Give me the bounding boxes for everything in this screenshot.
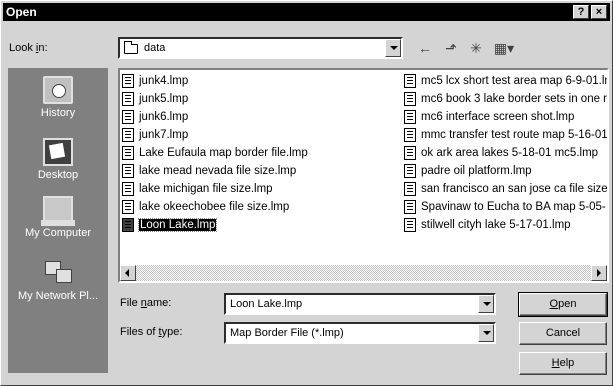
file-name: Lake Eufaula map border file.lmp xyxy=(139,147,308,159)
views-menu-icon[interactable]: ▦▾ xyxy=(490,39,518,57)
file-name-field[interactable]: Loon Lake.lmp xyxy=(224,293,496,315)
file-name: Loon Lake.lmp xyxy=(137,218,218,232)
file-column-2: mc5 lcx short test area map 6-9-01.lm mc… xyxy=(402,72,609,234)
file-icon xyxy=(404,200,416,214)
file-name: ok ark area lakes 5-18-01 mc5.lmp xyxy=(421,147,599,159)
file-name: junk4.lmp xyxy=(139,75,189,87)
file-name: lake michigan file size.lmp xyxy=(139,183,273,195)
file-list[interactable]: junk4.lmp junk5.lmp junk6.lmp junk7.lmp … xyxy=(118,68,609,283)
place-history[interactable]: History xyxy=(8,76,108,119)
new-folder-icon[interactable]: ✳ xyxy=(466,39,486,57)
file-type-value: Map Border File (*.lmp) xyxy=(230,327,344,339)
file-column-1: junk4.lmp junk5.lmp junk6.lmp junk7.lmp … xyxy=(120,72,402,234)
back-icon[interactable]: ← xyxy=(415,39,435,57)
file-item-selected[interactable]: Loon Lake.lmp xyxy=(120,216,402,234)
file-icon xyxy=(122,146,134,160)
file-item[interactable]: stilwell cityh lake 5-17-01.lmp xyxy=(402,216,607,234)
file-icon xyxy=(404,146,416,160)
file-icon xyxy=(122,200,134,214)
file-icon xyxy=(122,164,134,178)
place-label: My Computer xyxy=(24,227,92,239)
folder-icon xyxy=(124,41,138,54)
file-item[interactable]: lake mead nevada file size.lmp xyxy=(120,162,402,180)
file-name: lake mead nevada file size.lmp xyxy=(139,165,297,177)
file-icon xyxy=(404,182,416,196)
file-item[interactable]: mc6 interface screen shot.lmp xyxy=(402,108,607,126)
look-in-value: data xyxy=(144,42,166,54)
file-name: mc6 interface screen shot.lmp xyxy=(421,111,575,123)
up-folder-icon[interactable]: ⬏ xyxy=(441,39,461,57)
help-button[interactable]: Help xyxy=(519,352,607,375)
scroll-right-icon[interactable] xyxy=(591,265,607,281)
network-icon xyxy=(43,259,73,287)
file-icon xyxy=(404,164,416,178)
file-name: Spavinaw to Eucha to BA map 5-05- xyxy=(421,201,606,213)
open-dialog: Open ? × Look in: data ← ⬏ ✳ ▦▾ History … xyxy=(0,0,613,386)
file-type-dropdown[interactable]: Map Border File (*.lmp) xyxy=(224,322,496,344)
file-name: junk7.lmp xyxy=(139,129,189,141)
file-name: mmc transfer test route map 5-16-01. xyxy=(421,129,609,141)
file-item[interactable]: Lake Eufaula map border file.lmp xyxy=(120,144,402,162)
place-label: My Network Pl... xyxy=(17,290,99,302)
file-name: stilwell cityh lake 5-17-01.lmp xyxy=(421,219,571,231)
file-item[interactable]: junk7.lmp xyxy=(120,126,402,144)
place-desktop[interactable]: Desktop xyxy=(8,138,108,181)
chevron-down-icon[interactable] xyxy=(385,39,401,57)
file-name: padre oil platform.lmp xyxy=(421,165,532,177)
history-icon xyxy=(43,76,73,104)
open-button[interactable]: Open xyxy=(518,292,608,317)
look-in-label: Look in: xyxy=(9,42,48,54)
file-type-label: Files of type: xyxy=(120,326,183,338)
file-name-value[interactable]: Loon Lake.lmp xyxy=(230,298,302,310)
file-name: mc5 lcx short test area map 6-9-01.lm xyxy=(421,75,609,87)
file-name: san francisco an san jose ca file size xyxy=(421,183,608,195)
file-name: mc6 book 3 lake border sets in one r xyxy=(421,93,608,105)
file-name: junk5.lmp xyxy=(139,93,189,105)
file-icon xyxy=(122,92,134,106)
cancel-button[interactable]: Cancel xyxy=(519,322,607,345)
file-item[interactable]: Spavinaw to Eucha to BA map 5-05- xyxy=(402,198,607,216)
file-item[interactable]: lake michigan file size.lmp xyxy=(120,180,402,198)
file-item[interactable]: padre oil platform.lmp xyxy=(402,162,607,180)
file-icon xyxy=(122,218,134,232)
horizontal-scrollbar[interactable] xyxy=(120,265,607,281)
place-my-computer[interactable]: My Computer xyxy=(8,196,108,239)
file-item[interactable]: junk5.lmp xyxy=(120,90,402,108)
file-name: lake okeechobee file size.lmp xyxy=(139,201,290,213)
help-title-button[interactable]: ? xyxy=(573,5,589,19)
file-item[interactable]: lake okeechobee file size.lmp xyxy=(120,198,402,216)
file-icon xyxy=(122,74,134,88)
file-item[interactable]: mc5 lcx short test area map 6-9-01.lm xyxy=(402,72,609,90)
file-item[interactable]: san francisco an san jose ca file size xyxy=(402,180,608,198)
file-item[interactable]: ok ark area lakes 5-18-01 mc5.lmp xyxy=(402,144,607,162)
place-label: History xyxy=(40,107,76,119)
file-item[interactable]: junk6.lmp xyxy=(120,108,402,126)
file-icon xyxy=(122,182,134,196)
close-title-button[interactable]: × xyxy=(591,5,607,19)
file-icon xyxy=(404,74,416,88)
file-icon xyxy=(122,110,134,124)
chevron-down-icon[interactable] xyxy=(478,295,494,313)
place-my-network[interactable]: My Network Pl... xyxy=(8,259,108,302)
scroll-left-icon[interactable] xyxy=(120,265,136,281)
file-item[interactable]: mmc transfer test route map 5-16-01. xyxy=(402,126,609,144)
file-name-label: File name: xyxy=(120,297,172,309)
places-bar: History Desktop My Computer My Network P… xyxy=(8,68,108,373)
file-item[interactable]: mc6 book 3 lake border sets in one r xyxy=(402,90,608,108)
desktop-icon xyxy=(43,138,73,166)
dialog-title: Open xyxy=(6,5,37,19)
file-icon xyxy=(122,128,134,142)
file-icon xyxy=(404,110,416,124)
place-label: Desktop xyxy=(37,169,79,181)
file-icon xyxy=(404,218,416,232)
computer-icon xyxy=(41,196,75,226)
chevron-down-icon[interactable] xyxy=(478,324,494,342)
file-name: junk6.lmp xyxy=(139,111,189,123)
look-in-dropdown[interactable]: data xyxy=(118,37,403,59)
file-icon xyxy=(404,92,416,106)
file-item[interactable]: junk4.lmp xyxy=(120,72,402,90)
title-bar: Open ? × xyxy=(3,3,610,21)
file-icon xyxy=(404,128,416,142)
